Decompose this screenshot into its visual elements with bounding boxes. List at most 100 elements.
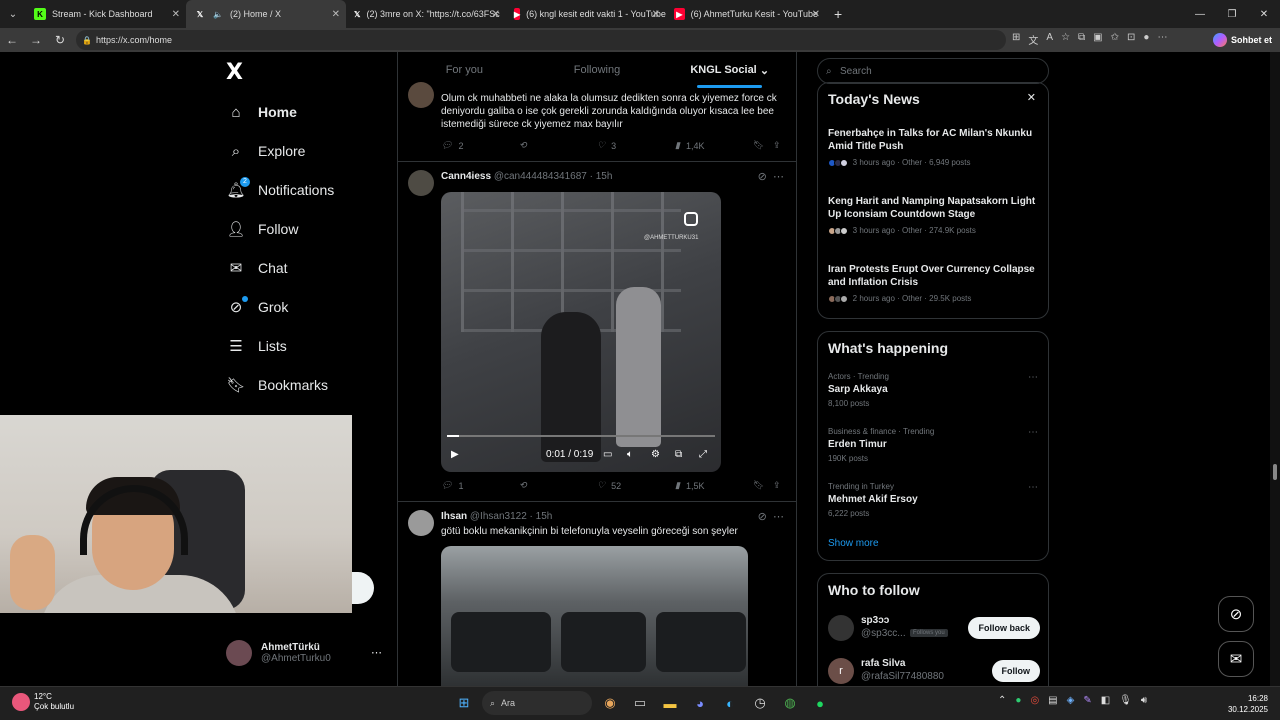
follow-suggestion[interactable]: r rafa Silva @rafaSil77480880 Follow [828, 658, 1040, 688]
show-more-link[interactable]: Show more [828, 538, 879, 549]
video-player[interactable]: @AHMETTURKU31 ▶ 0:01 / 0:19 ▭ 🔈︎ ⚙ ⧉ ⤢ [441, 192, 721, 472]
tweet-image[interactable] [441, 546, 748, 686]
edge-icon[interactable]: ◐ [718, 691, 742, 715]
more-icon[interactable]: ⋯ [1028, 427, 1038, 438]
spotify-icon[interactable]: ● [808, 691, 832, 715]
avatar[interactable] [408, 82, 434, 108]
app-available-icon[interactable]: ⊞ [1012, 32, 1020, 47]
bookmark-button[interactable]: 🔖︎ [753, 140, 764, 151]
pip-icon[interactable]: ⧉ [675, 449, 682, 460]
tweet[interactable]: Olum ck muhabbeti ne alaka la olumsuz de… [398, 82, 796, 162]
share-button[interactable]: ⇪ [773, 480, 781, 491]
close-tab-icon[interactable]: ✕ [172, 9, 180, 20]
views-button[interactable]: ▮ 1,5K [675, 480, 704, 491]
avatar[interactable]: r [828, 658, 854, 684]
follow-button[interactable]: Follow [991, 660, 1040, 682]
new-tab-button[interactable]: + [826, 0, 856, 28]
reply-button[interactable]: 💬︎ 2 [441, 140, 463, 151]
more-icon[interactable]: ⋯ [1028, 482, 1038, 493]
close-tab-icon[interactable]: ✕ [332, 9, 340, 20]
trend-item[interactable]: Trending in Turkey Mehmet Akif Ersoy 6,2… [828, 482, 1040, 518]
more-icon[interactable]: ⋯ [371, 646, 382, 659]
follow-suggestion[interactable]: sp3ɔɔ @sp3cc... Follows you Follow back [828, 615, 1040, 645]
messages-fab-icon[interactable]: ✉ [1218, 641, 1254, 677]
minimize-icon[interactable]: — [1184, 0, 1216, 28]
news-item[interactable]: Iran Protests Erupt Over Currency Collap… [828, 263, 1040, 303]
chrome-icon[interactable]: ◍ [778, 691, 802, 715]
tray-app-icon[interactable]: ✎ [1083, 695, 1091, 706]
extensions-icon[interactable]: ⧉ [1078, 32, 1085, 47]
sidebar-item-grok[interactable]: ⊘ Grok [226, 295, 288, 319]
task-view-icon[interactable]: ▭ [628, 691, 652, 715]
sidebar-item-chat[interactable]: ✉ Chat [226, 256, 288, 280]
author-handle[interactable]: @Ihsan3122 [470, 511, 527, 522]
close-tab-icon[interactable]: ✕ [652, 9, 660, 20]
tab-following[interactable]: Following [531, 52, 664, 88]
browser-tab-youtube-2[interactable]: ▶ (6) AhmetTurku Kesit - YouTube ✕ [666, 0, 826, 28]
tray-app-icon[interactable]: ◎ [1030, 695, 1039, 706]
back-icon[interactable]: ← [0, 33, 24, 47]
fullscreen-icon[interactable]: ⤢ [699, 449, 707, 460]
copilot-button[interactable]: Sohbet et [1212, 30, 1272, 50]
site-info-icon[interactable]: 🔒 [82, 36, 92, 45]
news-item[interactable]: Keng Harit and Namping Napatsakorn Light… [828, 195, 1040, 235]
profile-icon[interactable]: ● [1143, 32, 1149, 47]
close-tab-icon[interactable]: ✕ [812, 9, 820, 20]
captions-icon[interactable]: ▭ [603, 449, 612, 460]
tray-app-icon[interactable]: ◧ [1101, 695, 1110, 706]
avatar[interactable] [828, 615, 854, 641]
reply-button[interactable]: 💬︎ 1 [441, 480, 463, 491]
tweet-time[interactable]: 15h [536, 511, 553, 522]
url-field[interactable]: 🔒 https://x.com/home [76, 30, 1006, 50]
windows-start-icon[interactable]: ⊞ [452, 691, 476, 715]
clock-app-icon[interactable]: ◷ [748, 691, 772, 715]
taskbar-clock[interactable]: 16:28 30.12.2025 [1228, 693, 1268, 715]
tray-app-icon[interactable]: ● [1015, 695, 1021, 706]
sidebar-item-home[interactable]: ⌂ Home [226, 100, 296, 124]
favorites-icon[interactable]: ✩ [1111, 32, 1119, 47]
search-input[interactable]: ⌕ Search [817, 58, 1049, 84]
translate-icon[interactable]: 文 [1028, 32, 1038, 47]
author-name[interactable]: Ihsan [441, 511, 467, 522]
share-button[interactable]: ⇪ [773, 140, 781, 151]
refresh-icon[interactable]: ↻ [48, 33, 72, 47]
tray-app-icon[interactable]: ▤ [1048, 695, 1057, 706]
browser-tab-3mre[interactable]: 𝕏 (2) 3mre on X: "https://t.co/63FSc ✕ [346, 0, 506, 28]
sidebar-item-follow[interactable]: 👤︎ Follow [226, 217, 298, 241]
more-icon[interactable]: ⋯ [773, 511, 784, 523]
more-icon[interactable]: ⋯ [773, 171, 784, 183]
chevron-down-icon[interactable]: ⌄ [760, 64, 769, 77]
tweet-time[interactable]: 15h [596, 171, 613, 182]
forward-icon[interactable]: → [24, 33, 48, 47]
scroll-thumb[interactable] [1273, 464, 1277, 480]
sidebar-item-explore[interactable]: ⌕ Explore [226, 139, 306, 163]
sidebar-item-lists[interactable]: ☰ Lists [226, 334, 287, 358]
grok-fab-icon[interactable]: ⊘ [1218, 596, 1254, 632]
play-icon[interactable]: ▶ [451, 449, 459, 460]
weather-widget[interactable]: 12°C Çok bulutlu [12, 692, 74, 712]
avatar[interactable] [408, 170, 434, 196]
favorite-star-icon[interactable]: ☆ [1061, 32, 1070, 47]
news-item[interactable]: Fenerbahçe in Talks for AC Milan's Nkunk… [828, 127, 1040, 167]
tweet[interactable]: Ihsan @Ihsan3122 · 15h ⊘ ⋯ götü boklu me… [398, 502, 796, 686]
browser-tab-home-x[interactable]: 𝕏 🔈 (2) Home / X ✕ [186, 0, 346, 28]
browser-tab-youtube-1[interactable]: ▶ (6) kngl kesit edit vakti 1 - YouTube … [506, 0, 666, 28]
discord-icon[interactable]: ◕ [688, 691, 712, 715]
bookmark-button[interactable]: 🔖︎ [753, 480, 764, 491]
sidebar-item-notifications[interactable]: 🔔︎ 2 Notifications [226, 177, 334, 202]
read-aloud-icon[interactable]: A [1046, 32, 1053, 47]
browser-tab-kick[interactable]: K Stream - Kick Dashboard ✕ [26, 0, 186, 28]
collections-icon[interactable]: ⊡ [1127, 32, 1135, 47]
video-progress-bar[interactable] [447, 435, 715, 437]
follow-back-button[interactable]: Follow back [968, 617, 1040, 639]
like-button[interactable]: ♡ 52 [597, 480, 621, 491]
split-screen-icon[interactable]: ▣ [1093, 32, 1102, 47]
like-button[interactable]: ♡ 3 [597, 140, 616, 151]
more-menu-icon[interactable]: ⋯ [1157, 32, 1167, 47]
tab-actions-menu[interactable]: ⌄ [0, 0, 26, 28]
close-tab-icon[interactable]: ✕ [492, 9, 500, 20]
file-explorer-icon[interactable]: ▬ [658, 691, 682, 715]
author-handle[interactable]: @can444484341687 [494, 171, 587, 182]
close-icon[interactable]: ✕ [1027, 91, 1036, 104]
account-switcher[interactable]: AhmetTürkü @AhmetTurku0 ⋯ [226, 640, 386, 666]
